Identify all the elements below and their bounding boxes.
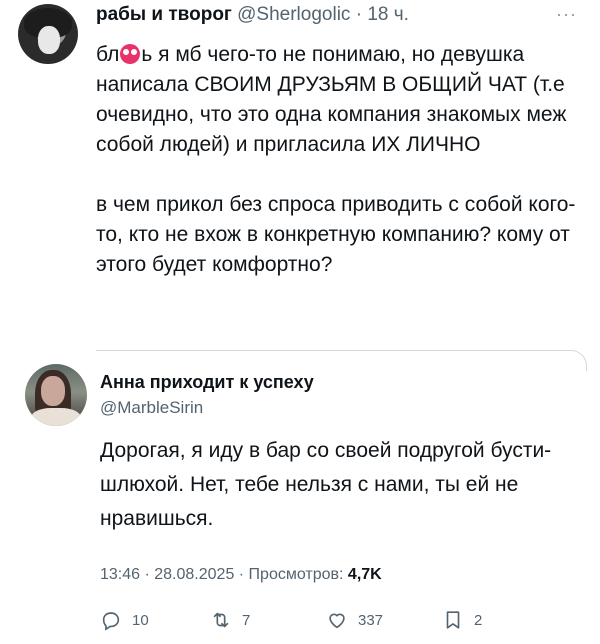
like-button[interactable]: 337 xyxy=(326,608,383,632)
more-dots-icon[interactable]: ··· xyxy=(556,4,577,25)
quoted-author-name[interactable]: Анна приходит к успеху xyxy=(100,372,314,393)
reply-icon xyxy=(102,612,120,631)
view-count[interactable]: 4,7K xyxy=(348,566,382,583)
author-handle[interactable]: @Sherlogolic xyxy=(237,4,350,25)
quoted-text: Дорогая, я иду в бар со своей подругой б… xyxy=(100,439,552,530)
retweet-count: 7 xyxy=(242,611,251,629)
author-name[interactable]: рабы и творог xyxy=(96,4,232,25)
tweet-paragraph-2: в чем прикол без спроса приводить с собо… xyxy=(96,193,576,276)
quote-card-border xyxy=(96,350,587,371)
tweet-meta: 13:46 · 28.08.2025 · Просмотров: 4,7K xyxy=(100,566,382,584)
time-ago[interactable]: 18 ч. xyxy=(367,4,409,25)
retweet-button[interactable]: 7 xyxy=(210,608,250,632)
dot-separator: · xyxy=(350,4,368,25)
avatar-shirt xyxy=(31,408,81,426)
reply-button[interactable]: 10 xyxy=(100,608,149,632)
text-before-emoji: бл xyxy=(96,43,120,66)
tweet-text: бл ь я мб чего-то не понимаю, но девушка … xyxy=(96,40,576,280)
pink-face-emoji-icon xyxy=(120,44,141,64)
like-count: 337 xyxy=(358,611,384,629)
bookmark-icon xyxy=(446,611,460,629)
author-avatar[interactable] xyxy=(18,4,78,64)
bookmark-count: 2 xyxy=(474,611,483,629)
reply-count: 10 xyxy=(132,611,149,629)
timestamp[interactable]: 13:46 · 28.08.2025 · Просмотров: xyxy=(100,566,348,583)
quoted-author-handle[interactable]: @MarbleSirin xyxy=(100,398,203,418)
bookmark-button[interactable]: 2 xyxy=(442,608,482,632)
tweet-paragraph-1: бл ь я мб чего-то не понимаю, но девушка … xyxy=(96,40,576,160)
retweet-icon xyxy=(213,612,229,628)
text-after-emoji: ь я мб чего-то не понимаю, но девушка на… xyxy=(96,43,567,156)
avatar-face xyxy=(38,26,60,54)
avatar-face xyxy=(41,376,65,406)
quoted-tweet-text: Дорогая, я иду в бар со своей подругой б… xyxy=(100,434,580,536)
heart-icon xyxy=(329,613,345,629)
tweet-header: рабы и творог @Sherlogolic · 18 ч. xyxy=(96,4,409,26)
quoted-author-avatar[interactable] xyxy=(25,364,87,426)
